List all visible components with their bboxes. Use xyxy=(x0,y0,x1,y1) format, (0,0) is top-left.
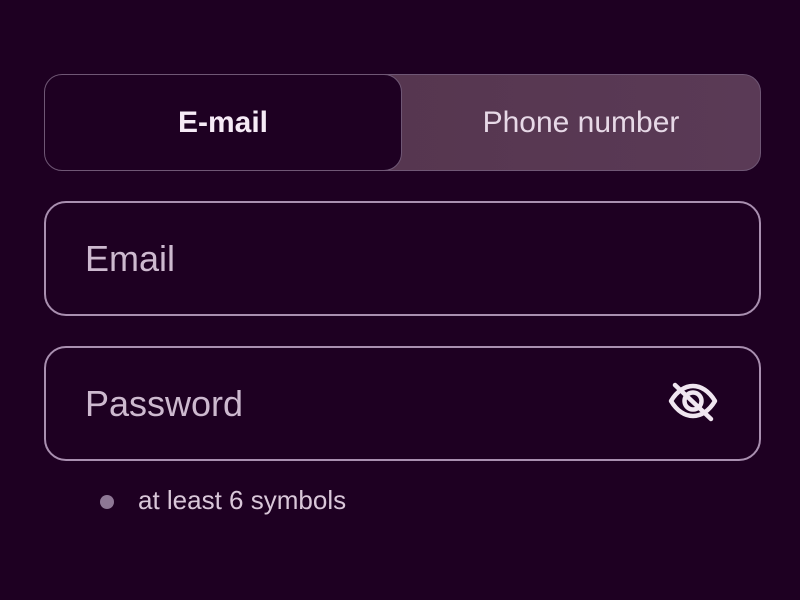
eye-off-icon xyxy=(665,379,721,428)
password-input[interactable] xyxy=(83,348,649,459)
tab-email[interactable]: E-mail xyxy=(45,75,402,170)
tab-email-label: E-mail xyxy=(177,105,269,139)
tab-phone-number-label: Phone number xyxy=(482,105,680,139)
tab-phone-number[interactable]: Phone number xyxy=(402,75,760,170)
login-form: E-mail Phone number at least 6 symbols xyxy=(44,74,761,516)
password-requirement: at least 6 symbols xyxy=(44,485,761,516)
password-field xyxy=(44,346,761,461)
email-input[interactable] xyxy=(83,203,723,314)
requirement-bullet xyxy=(100,494,114,509)
toggle-password-visibility-button[interactable] xyxy=(665,382,721,426)
auth-method-toggle[interactable]: E-mail Phone number xyxy=(44,74,761,171)
requirement-text: at least 6 symbols xyxy=(138,485,347,515)
email-field xyxy=(44,201,761,316)
